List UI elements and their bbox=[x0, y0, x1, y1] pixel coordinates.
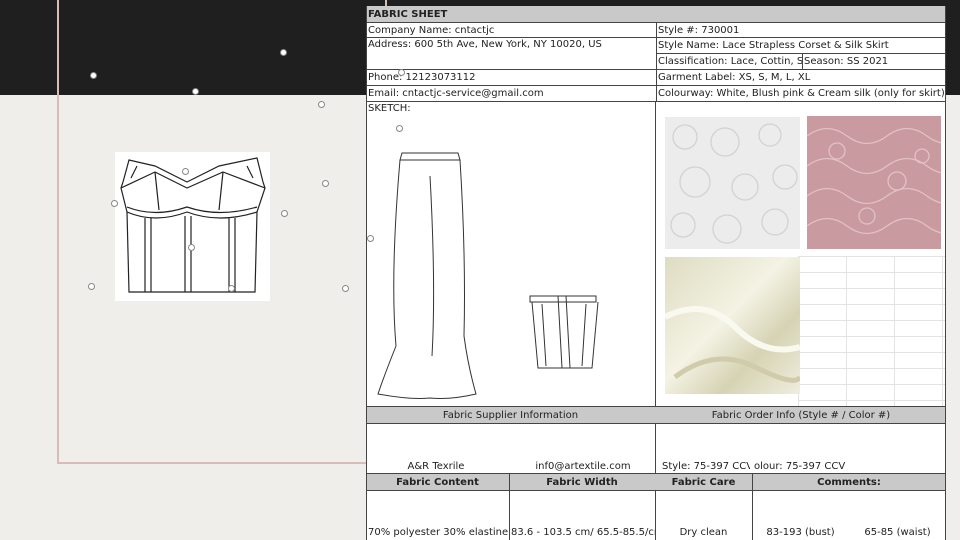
col-fabric-width: Fabric Width bbox=[546, 477, 618, 488]
selection-handle[interactable] bbox=[182, 168, 189, 175]
selection-handle[interactable] bbox=[280, 49, 287, 56]
fabric-width-value: 83.6 - 103.5 cm/ 65.5-85.5/cm bbox=[511, 527, 655, 538]
selection-handle[interactable] bbox=[88, 283, 95, 290]
white-lace-swatch bbox=[665, 117, 800, 249]
skirt-sketch-image bbox=[377, 152, 599, 399]
selection-handle[interactable] bbox=[281, 210, 288, 217]
selection-handle[interactable] bbox=[188, 244, 195, 251]
selection-handle[interactable] bbox=[192, 88, 199, 95]
waist-comment: 65-85 (waist) bbox=[864, 527, 931, 538]
sketch-label: SKETCH: bbox=[368, 103, 411, 114]
empty-grid bbox=[798, 256, 946, 406]
company-name: Company Name: cntactjc bbox=[368, 25, 495, 36]
garment-label: Garment Label: XS, S, M, L, XL bbox=[658, 72, 811, 83]
order-header: Fabric Order Info (Style # / Color #) bbox=[711, 410, 891, 421]
selection-handle[interactable] bbox=[367, 235, 374, 242]
colourway: Colourway: White, Blush pink & Cream sil… bbox=[658, 88, 945, 99]
selection-handle[interactable] bbox=[90, 72, 97, 79]
selection-handle[interactable] bbox=[396, 125, 403, 132]
col-comments: Comments: bbox=[817, 477, 881, 488]
selection-handle[interactable] bbox=[318, 101, 325, 108]
col-fabric-content: Fabric Content bbox=[396, 477, 479, 488]
bust-comment: 83-193 (bust) bbox=[766, 527, 835, 538]
sheet-title: FABRIC SHEET bbox=[368, 9, 448, 20]
fabric-sheet: FABRIC SHEET Company Name: cntactjc Styl… bbox=[366, 6, 946, 540]
season: Season: SS 2021 bbox=[804, 56, 889, 67]
supplier-name: A&R Texrile bbox=[407, 461, 465, 472]
cream-silk-swatch bbox=[665, 257, 800, 394]
address: Address: 600 5th Ave, New York, NY 10020… bbox=[368, 39, 602, 50]
style-number: Style #: 730001 bbox=[658, 25, 740, 36]
classification: Classification: Lace, Cottin, Silk bbox=[658, 56, 802, 67]
fabric-care-value: Dry clean bbox=[679, 527, 728, 538]
supplier-email: inf0@artextile.com bbox=[535, 461, 631, 472]
supplier-header: Fabric Supplier Information bbox=[442, 410, 579, 421]
corset-sketch-card[interactable] bbox=[111, 152, 270, 301]
order-colour: olour: 75-397 CCV bbox=[754, 461, 846, 472]
selection-handle[interactable] bbox=[398, 69, 405, 76]
title-bar bbox=[366, 6, 946, 22]
selection-handle[interactable] bbox=[111, 200, 118, 207]
selection-handle[interactable] bbox=[342, 285, 349, 292]
email: Email: cntactjc-service@gmail.com bbox=[368, 88, 544, 99]
corset-sketch-image bbox=[120, 157, 266, 293]
selection-handle[interactable] bbox=[228, 285, 235, 292]
style-name: Style Name: Lace Strapless Corset & Silk… bbox=[658, 40, 889, 51]
order-style: Style: 75-397 CCV bbox=[662, 461, 750, 472]
pink-lace-swatch bbox=[807, 116, 941, 249]
selection-handle[interactable] bbox=[322, 180, 329, 187]
fabric-content-value: 70% polyester 30% elastine bbox=[368, 527, 509, 538]
phone: Phone: 12123073112 bbox=[368, 72, 476, 83]
col-fabric-care: Fabric Care bbox=[671, 477, 736, 488]
